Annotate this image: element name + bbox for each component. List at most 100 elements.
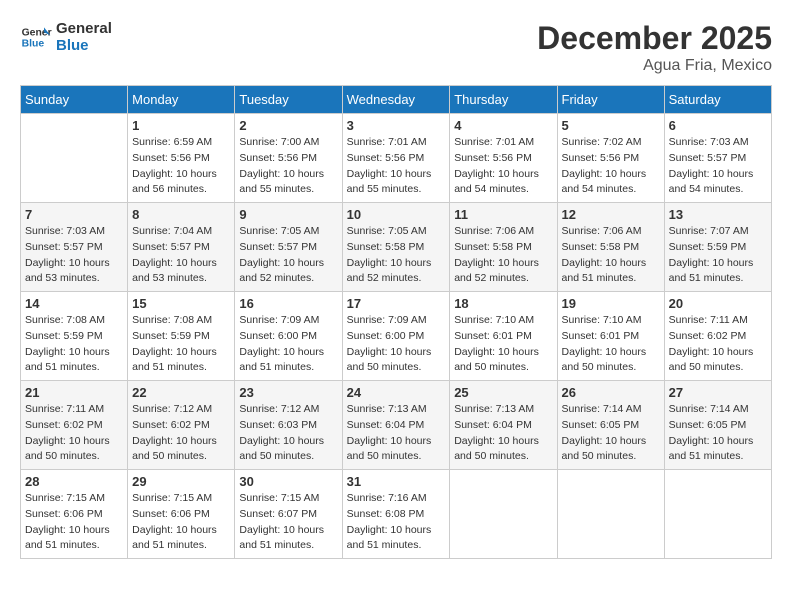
day-number: 8 — [132, 207, 230, 222]
logo: General Blue General Blue — [20, 20, 112, 54]
day-number: 26 — [562, 385, 660, 400]
day-cell: 21 Sunrise: 7:11 AM Sunset: 6:02 PM Dayli… — [21, 381, 128, 470]
header-day-saturday: Saturday — [664, 86, 771, 114]
day-number: 23 — [239, 385, 337, 400]
day-number: 13 — [669, 207, 767, 222]
day-number: 30 — [239, 474, 337, 489]
day-number: 21 — [25, 385, 123, 400]
day-number: 2 — [239, 118, 337, 133]
title-area: December 2025 Agua Fria, Mexico — [537, 20, 772, 75]
day-cell: 19 Sunrise: 7:10 AM Sunset: 6:01 PM Dayli… — [557, 292, 664, 381]
day-number: 22 — [132, 385, 230, 400]
day-cell: 29Sunrise: 7:15 AM Sunset: 6:06 PM Dayli… — [128, 470, 235, 559]
day-cell: 8 Sunrise: 7:04 AM Sunset: 5:57 PM Daylig… — [128, 203, 235, 292]
day-cell: 12Sunrise: 7:06 AM Sunset: 5:58 PM Dayli… — [557, 203, 664, 292]
day-info: Sunrise: 7:08 AM Sunset: 5:59 PM Dayligh… — [25, 313, 123, 376]
day-cell: 25 Sunrise: 7:13 AM Sunset: 6:04 PM Dayli… — [450, 381, 557, 470]
header-day-monday: Monday — [128, 86, 235, 114]
day-info: Sunrise: 7:01 AM Sunset: 5:56 PM Dayligh… — [454, 135, 552, 198]
header-day-friday: Friday — [557, 86, 664, 114]
day-number: 9 — [239, 207, 337, 222]
week-row-2: 7Sunrise: 7:03 AM Sunset: 5:57 PM Daylig… — [21, 203, 772, 292]
calendar-header: SundayMondayTuesdayWednesdayThursdayFrid… — [21, 86, 772, 114]
day-number: 16 — [239, 296, 337, 311]
day-number: 27 — [669, 385, 767, 400]
location: Agua Fria, Mexico — [537, 57, 772, 75]
day-info: Sunrise: 7:14 AM Sunset: 6:05 PM Dayligh… — [669, 402, 767, 465]
day-number: 15 — [132, 296, 230, 311]
month-title: December 2025 — [537, 20, 772, 57]
svg-text:Blue: Blue — [22, 39, 45, 50]
day-info: Sunrise: 7:04 AM Sunset: 5:57 PM Dayligh… — [132, 224, 230, 287]
day-cell — [557, 470, 664, 559]
day-info: Sunrise: 7:05 AM Sunset: 5:57 PM Dayligh… — [239, 224, 337, 287]
day-number: 25 — [454, 385, 552, 400]
day-info: Sunrise: 7:10 AM Sunset: 6:01 PM Dayligh… — [562, 313, 660, 376]
day-cell: 14Sunrise: 7:08 AM Sunset: 5:59 PM Dayli… — [21, 292, 128, 381]
day-info: Sunrise: 7:01 AM Sunset: 5:56 PM Dayligh… — [347, 135, 446, 198]
day-info: Sunrise: 7:02 AM Sunset: 5:56 PM Dayligh… — [562, 135, 660, 198]
day-info: Sunrise: 7:15 AM Sunset: 6:06 PM Dayligh… — [25, 491, 123, 554]
day-cell: 17Sunrise: 7:09 AM Sunset: 6:00 PM Dayli… — [342, 292, 450, 381]
day-cell — [664, 470, 771, 559]
day-info: Sunrise: 7:07 AM Sunset: 5:59 PM Dayligh… — [669, 224, 767, 287]
day-cell: 27 Sunrise: 7:14 AM Sunset: 6:05 PM Dayli… — [664, 381, 771, 470]
day-info: Sunrise: 7:13 AM Sunset: 6:04 PM Dayligh… — [454, 402, 552, 465]
day-cell: 26Sunrise: 7:14 AM Sunset: 6:05 PM Dayli… — [557, 381, 664, 470]
day-cell: 13 Sunrise: 7:07 AM Sunset: 5:59 PM Dayli… — [664, 203, 771, 292]
day-number: 17 — [347, 296, 446, 311]
day-number: 19 — [562, 296, 660, 311]
header-day-wednesday: Wednesday — [342, 86, 450, 114]
day-info: Sunrise: 7:10 AM Sunset: 6:01 PM Dayligh… — [454, 313, 552, 376]
day-cell: 5Sunrise: 7:02 AM Sunset: 5:56 PM Daylig… — [557, 114, 664, 203]
day-number: 3 — [347, 118, 446, 133]
day-info: Sunrise: 7:09 AM Sunset: 6:00 PM Dayligh… — [239, 313, 337, 376]
day-cell: 15 Sunrise: 7:08 AM Sunset: 5:59 PM Dayli… — [128, 292, 235, 381]
day-cell: 3 Sunrise: 7:01 AM Sunset: 5:56 PM Daylig… — [342, 114, 450, 203]
header: General Blue General Blue December 2025 … — [20, 20, 772, 75]
week-row-5: 28 Sunrise: 7:15 AM Sunset: 6:06 PM Dayli… — [21, 470, 772, 559]
day-info: Sunrise: 7:15 AM Sunset: 6:06 PM Dayligh… — [132, 491, 230, 554]
day-cell: 7Sunrise: 7:03 AM Sunset: 5:57 PM Daylig… — [21, 203, 128, 292]
day-info: Sunrise: 7:12 AM Sunset: 6:03 PM Dayligh… — [239, 402, 337, 465]
day-number: 11 — [454, 207, 552, 222]
day-cell: 23 Sunrise: 7:12 AM Sunset: 6:03 PM Dayli… — [235, 381, 342, 470]
day-info: Sunrise: 7:06 AM Sunset: 5:58 PM Dayligh… — [562, 224, 660, 287]
day-number: 24 — [347, 385, 446, 400]
day-cell: 4 Sunrise: 7:01 AM Sunset: 5:56 PM Daylig… — [450, 114, 557, 203]
day-number: 7 — [25, 207, 123, 222]
day-cell: 11Sunrise: 7:06 AM Sunset: 5:58 PM Dayli… — [450, 203, 557, 292]
header-row: SundayMondayTuesdayWednesdayThursdayFrid… — [21, 86, 772, 114]
logo-icon: General Blue — [20, 21, 52, 53]
day-info: Sunrise: 7:08 AM Sunset: 5:59 PM Dayligh… — [132, 313, 230, 376]
day-cell: 28 Sunrise: 7:15 AM Sunset: 6:06 PM Dayli… — [21, 470, 128, 559]
day-info: Sunrise: 7:13 AM Sunset: 6:04 PM Dayligh… — [347, 402, 446, 465]
header-day-sunday: Sunday — [21, 86, 128, 114]
header-day-thursday: Thursday — [450, 86, 557, 114]
day-number: 4 — [454, 118, 552, 133]
day-info: Sunrise: 7:11 AM Sunset: 6:02 PM Dayligh… — [25, 402, 123, 465]
day-number: 10 — [347, 207, 446, 222]
day-number: 31 — [347, 474, 446, 489]
day-info: Sunrise: 7:03 AM Sunset: 5:57 PM Dayligh… — [669, 135, 767, 198]
day-cell: 20Sunrise: 7:11 AM Sunset: 6:02 PM Dayli… — [664, 292, 771, 381]
day-info: Sunrise: 7:12 AM Sunset: 6:02 PM Dayligh… — [132, 402, 230, 465]
logo-blue: Blue — [56, 37, 112, 54]
day-number: 6 — [669, 118, 767, 133]
day-number: 1 — [132, 118, 230, 133]
day-info: Sunrise: 7:16 AM Sunset: 6:08 PM Dayligh… — [347, 491, 446, 554]
day-cell: 6 Sunrise: 7:03 AM Sunset: 5:57 PM Daylig… — [664, 114, 771, 203]
day-cell: 30 Sunrise: 7:15 AM Sunset: 6:07 PM Dayli… — [235, 470, 342, 559]
day-info: Sunrise: 6:59 AM Sunset: 5:56 PM Dayligh… — [132, 135, 230, 198]
day-info: Sunrise: 7:11 AM Sunset: 6:02 PM Dayligh… — [669, 313, 767, 376]
day-number: 28 — [25, 474, 123, 489]
day-info: Sunrise: 7:05 AM Sunset: 5:58 PM Dayligh… — [347, 224, 446, 287]
week-row-3: 14Sunrise: 7:08 AM Sunset: 5:59 PM Dayli… — [21, 292, 772, 381]
day-cell: 22 Sunrise: 7:12 AM Sunset: 6:02 PM Dayli… — [128, 381, 235, 470]
day-cell: 16 Sunrise: 7:09 AM Sunset: 6:00 PM Dayli… — [235, 292, 342, 381]
day-cell: 1 Sunrise: 6:59 AM Sunset: 5:56 PM Daylig… — [128, 114, 235, 203]
day-info: Sunrise: 7:15 AM Sunset: 6:07 PM Dayligh… — [239, 491, 337, 554]
day-cell — [450, 470, 557, 559]
week-row-1: 1 Sunrise: 6:59 AM Sunset: 5:56 PM Daylig… — [21, 114, 772, 203]
header-day-tuesday: Tuesday — [235, 86, 342, 114]
